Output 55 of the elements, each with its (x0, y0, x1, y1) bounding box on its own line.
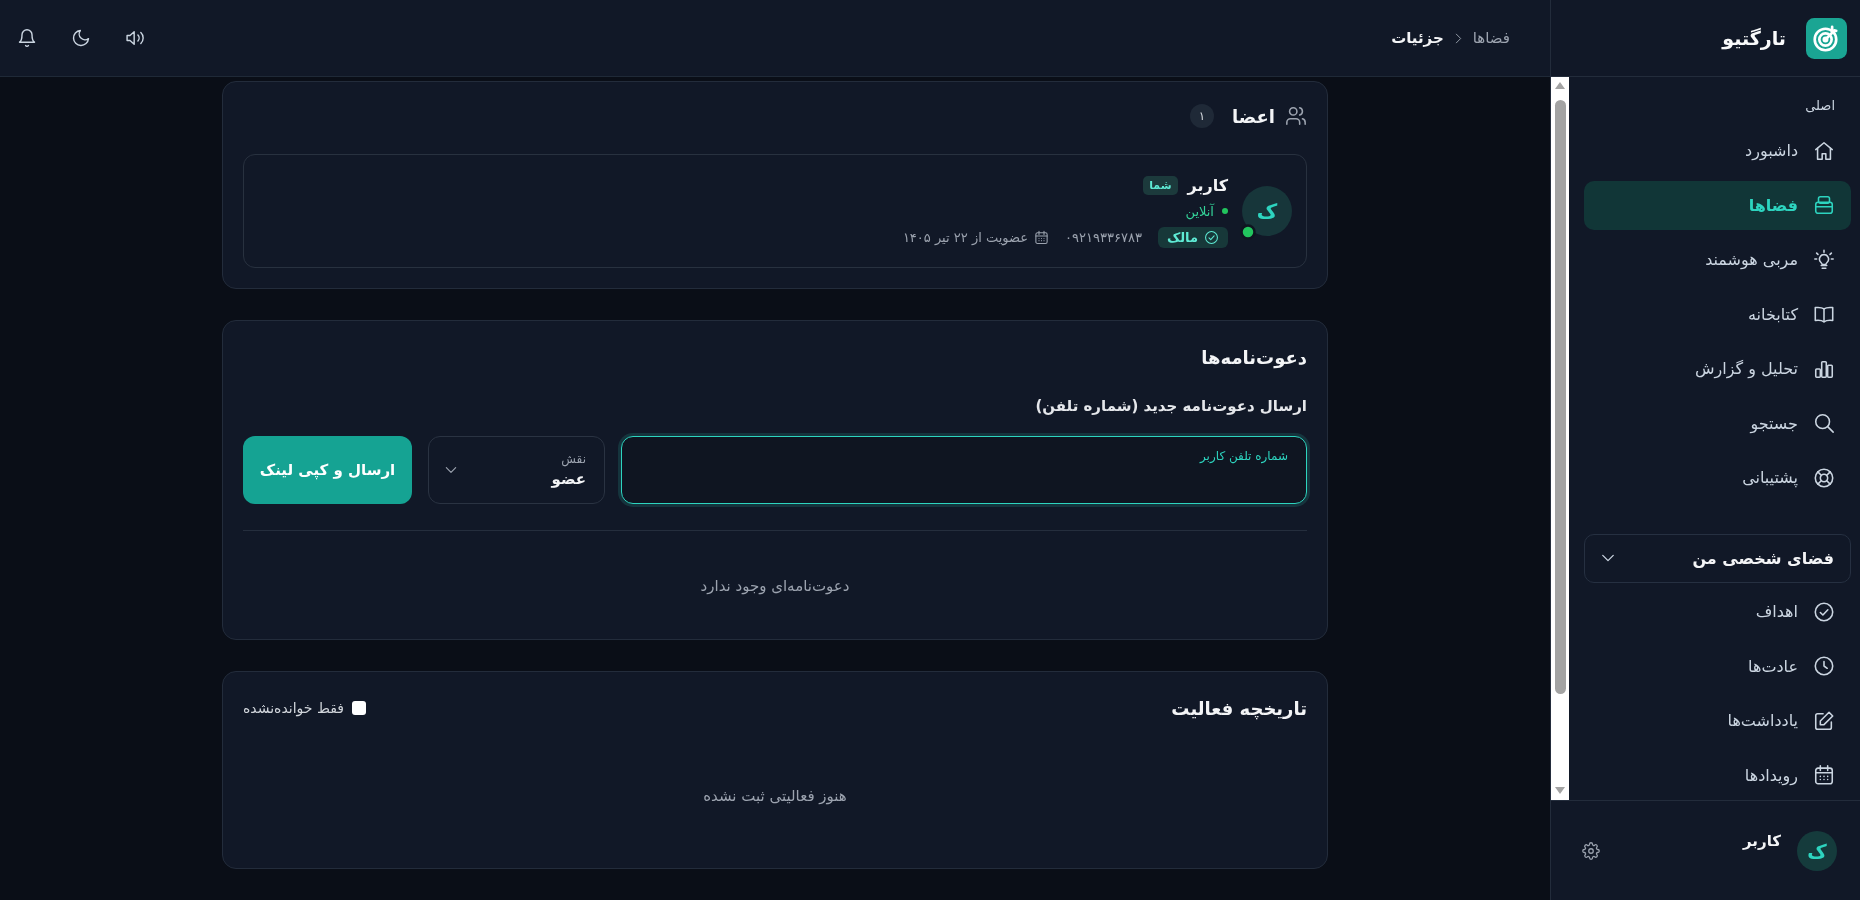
lightbulb-icon (1813, 248, 1835, 271)
check-circle-icon (1813, 600, 1835, 623)
clock-icon (1813, 655, 1835, 677)
home-icon (1813, 139, 1835, 162)
moon-icon[interactable] (71, 28, 91, 48)
phone-field[interactable]: شماره تلفن کاربر (621, 436, 1307, 504)
archive-box-icon (1813, 194, 1835, 216)
edit-icon (1813, 709, 1835, 732)
sidebar-item[interactable]: مربی هوشمند (1584, 235, 1851, 284)
sidebar-item[interactable]: داشبورد (1584, 126, 1851, 175)
sidebar-item[interactable]: عادت‌ها (1584, 641, 1851, 691)
sidebar-item[interactable]: کتابخانه (1584, 289, 1851, 339)
sidebar-item[interactable]: فضاها (1584, 180, 1851, 230)
member-joined-date: عضویت از ۲۲ تیر ۱۴۰۵ (902, 229, 1029, 245)
sidebar-item[interactable]: تحلیل و گزارش (1584, 344, 1851, 393)
nav-section-label: اصلی (1805, 97, 1836, 115)
settings-icon[interactable] (1582, 841, 1600, 860)
role-label: مالک (1166, 229, 1198, 245)
empty-message: دعوت‌نامه‌ای وجود ندارد (700, 576, 850, 597)
breadcrumb-link[interactable]: فضاها (1472, 29, 1510, 47)
member-phone: ۰۹۲۱۹۳۳۶۷۸۳ (1065, 229, 1142, 245)
member-status: آنلاین (1185, 203, 1214, 219)
sidebar-item[interactable]: اهداف (1584, 587, 1851, 636)
users-icon (1285, 105, 1307, 127)
bell-icon[interactable] (17, 28, 37, 48)
checkbox-label[interactable]: فقط خوانده‌نشده (243, 700, 344, 716)
lifebuoy-icon (1813, 466, 1835, 489)
form-title: ارسال دعوت‌نامه جدید (شماره تلفن) (1034, 397, 1307, 417)
sidebar-item[interactable]: پشتیبانی (1584, 453, 1851, 502)
search-icon (1813, 412, 1835, 434)
sidebar-item[interactable]: رویدادها (1584, 750, 1851, 800)
sidebar-item[interactable]: جستجو (1584, 398, 1851, 448)
user-avatar: ک (1797, 830, 1837, 871)
target-logo-icon (1806, 17, 1847, 59)
check-circle-icon (1204, 229, 1219, 245)
calendar-icon (1813, 764, 1835, 786)
section-title: اعضا (1232, 105, 1275, 127)
calendar-icon (1034, 229, 1050, 245)
scrollbar[interactable] (1551, 77, 1569, 800)
role-select[interactable]: نقش عضو (428, 436, 605, 504)
sidebar-item[interactable]: یادداشت‌ها (1584, 696, 1851, 745)
workspace-dropdown[interactable]: فضای شخصی من (1584, 533, 1851, 583)
unread-only-checkbox[interactable] (351, 701, 366, 715)
member-name: کاربر (1187, 175, 1228, 195)
member-count-badge: ۱ (1190, 104, 1215, 128)
section-title: تاریخچه فعالیت (1171, 697, 1307, 719)
you-badge: شما (1143, 175, 1178, 195)
scrollbar-thumb[interactable] (1554, 100, 1566, 694)
speaker-icon[interactable] (125, 28, 145, 48)
section-title: دعوت‌نامه‌ها (1201, 346, 1307, 368)
member-avatar: ک (1242, 186, 1292, 236)
user-name: کاربر (1743, 831, 1781, 850)
breadcrumb-current: جزئیات (1391, 29, 1444, 47)
brand-name: تارگتیو (1722, 27, 1786, 49)
empty-message: هنوز فعالیتی ثبت نشده (703, 786, 847, 807)
